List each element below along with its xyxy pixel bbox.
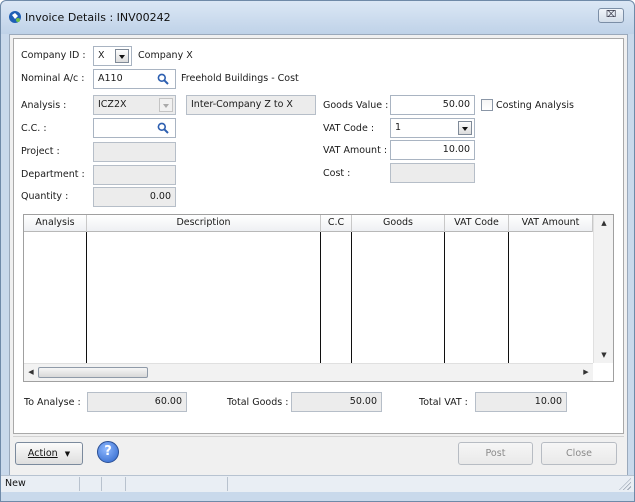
post-button[interactable]: Post	[458, 442, 533, 465]
company-id-select[interactable]: X	[93, 46, 132, 66]
scroll-up-icon[interactable]: ▲	[597, 219, 611, 227]
cost-label: Cost :	[323, 168, 351, 179]
resize-grip-icon[interactable]	[619, 478, 631, 490]
scroll-down-icon[interactable]: ▼	[597, 351, 611, 359]
analysis-label: Analysis :	[21, 100, 67, 111]
status-bar: New	[1, 475, 634, 492]
nominal-label: Nominal A/c :	[21, 73, 85, 84]
vat-code-select[interactable]: 1	[390, 118, 475, 138]
details-panel: Company ID : X Company X Nominal A/c : A…	[13, 38, 624, 434]
action-menu-button[interactable]: Action ▼	[15, 442, 83, 465]
cc-label: C.C. :	[21, 123, 47, 134]
nominal-input[interactable]: A110	[93, 69, 176, 89]
chevron-down-icon: ▼	[64, 450, 71, 458]
vat-amount-value: 10.00	[442, 144, 470, 155]
analysis-description: Inter-Company Z to X	[191, 99, 293, 110]
costing-analysis-label: Costing Analysis	[496, 100, 574, 111]
grid-column-goods	[352, 232, 445, 363]
company-name: Company X	[138, 50, 193, 61]
magnifier-icon[interactable]	[157, 122, 169, 134]
status-cell	[1, 477, 80, 491]
chevron-down-icon[interactable]	[458, 121, 472, 135]
to-analyse-field: 60.00	[87, 392, 187, 412]
chevron-down-icon[interactable]	[115, 49, 129, 63]
goods-value: 50.00	[442, 99, 470, 110]
window-client-area: Company ID : X Company X Nominal A/c : A…	[9, 34, 628, 492]
total-vat-field: 10.00	[475, 392, 567, 412]
project-field	[93, 142, 176, 162]
scroll-left-icon[interactable]: ◀	[24, 368, 38, 376]
analysis-select[interactable]: ICZ2X	[93, 95, 176, 115]
goods-value-label: Goods Value :	[323, 100, 389, 111]
grid-column-analysis	[24, 232, 87, 363]
scroll-right-icon[interactable]: ▶	[579, 368, 593, 376]
total-goods-label: Total Goods :	[227, 397, 289, 408]
window-close-button[interactable]: ⌧	[598, 8, 624, 23]
cc-input[interactable]	[93, 118, 176, 138]
column-header-vat-amount[interactable]: VAT Amount	[509, 215, 593, 232]
department-label: Department :	[21, 169, 85, 180]
status-cell	[102, 477, 126, 491]
grid-column-vat-code	[445, 232, 509, 363]
department-field	[93, 165, 176, 185]
grid-column-cc	[321, 232, 352, 363]
total-vat-label: Total VAT :	[419, 397, 468, 408]
analysis-value: ICZ2X	[98, 99, 127, 110]
status-cell	[80, 477, 102, 491]
company-id-value: X	[98, 50, 105, 61]
to-analyse-label: To Analyse :	[24, 397, 81, 408]
quantity-field: 0.00	[93, 187, 176, 207]
horizontal-scroll-thumb[interactable]	[38, 367, 148, 378]
to-analyse-value: 60.00	[154, 396, 182, 407]
column-header-vat-code[interactable]: VAT Code	[445, 215, 509, 232]
column-header-cc[interactable]: C.C	[321, 215, 352, 232]
total-goods-value: 50.00	[349, 396, 377, 407]
total-vat-value: 10.00	[534, 396, 562, 407]
quantity-label: Quantity :	[21, 191, 69, 202]
vat-code-value: 1	[395, 122, 402, 133]
magnifier-icon[interactable]	[157, 73, 169, 85]
vat-amount-label: VAT Amount :	[323, 145, 388, 156]
invoice-details-window: Invoice Details : INV00242 ⌧ Company ID …	[0, 0, 635, 502]
grid-horizontal-scrollbar[interactable]: ◀ ▶	[24, 363, 593, 381]
column-header-description[interactable]: Description	[87, 215, 321, 232]
grid-vertical-scrollbar[interactable]: ▲ ▼	[593, 215, 613, 363]
close-button[interactable]: Close	[541, 442, 617, 465]
column-header-goods[interactable]: Goods	[352, 215, 445, 232]
help-icon[interactable]: ?	[97, 441, 119, 463]
action-button-label: Action	[27, 448, 58, 459]
column-header-analysis[interactable]: Analysis	[24, 215, 87, 232]
goods-value-input[interactable]: 50.00	[390, 95, 475, 115]
vat-code-label: VAT Code :	[323, 123, 375, 134]
nominal-description: Freehold Buildings - Cost	[181, 73, 299, 84]
grid-header: Analysis Description C.C Goods VAT Code …	[24, 215, 593, 232]
quantity-value: 0.00	[149, 191, 171, 202]
analysis-grid[interactable]: Analysis Description C.C Goods VAT Code …	[23, 214, 614, 382]
footer-divider	[13, 436, 624, 437]
chevron-down-icon[interactable]	[159, 98, 173, 112]
app-logo-icon	[9, 11, 21, 23]
title-bar[interactable]: Invoice Details : INV00242 ⌧	[1, 1, 634, 34]
nominal-value: A110	[98, 73, 123, 84]
costing-analysis-checkbox[interactable]	[481, 99, 493, 111]
analysis-description-field: Inter-Company Z to X	[186, 95, 316, 115]
company-id-label: Company ID :	[21, 50, 86, 61]
cost-field	[390, 163, 475, 183]
vat-amount-input[interactable]: 10.00	[390, 140, 475, 160]
project-label: Project :	[21, 146, 60, 157]
grid-column-description	[87, 232, 321, 363]
window-title: Invoice Details : INV00242	[25, 11, 171, 24]
total-goods-field: 50.00	[291, 392, 382, 412]
status-cell	[126, 477, 228, 491]
